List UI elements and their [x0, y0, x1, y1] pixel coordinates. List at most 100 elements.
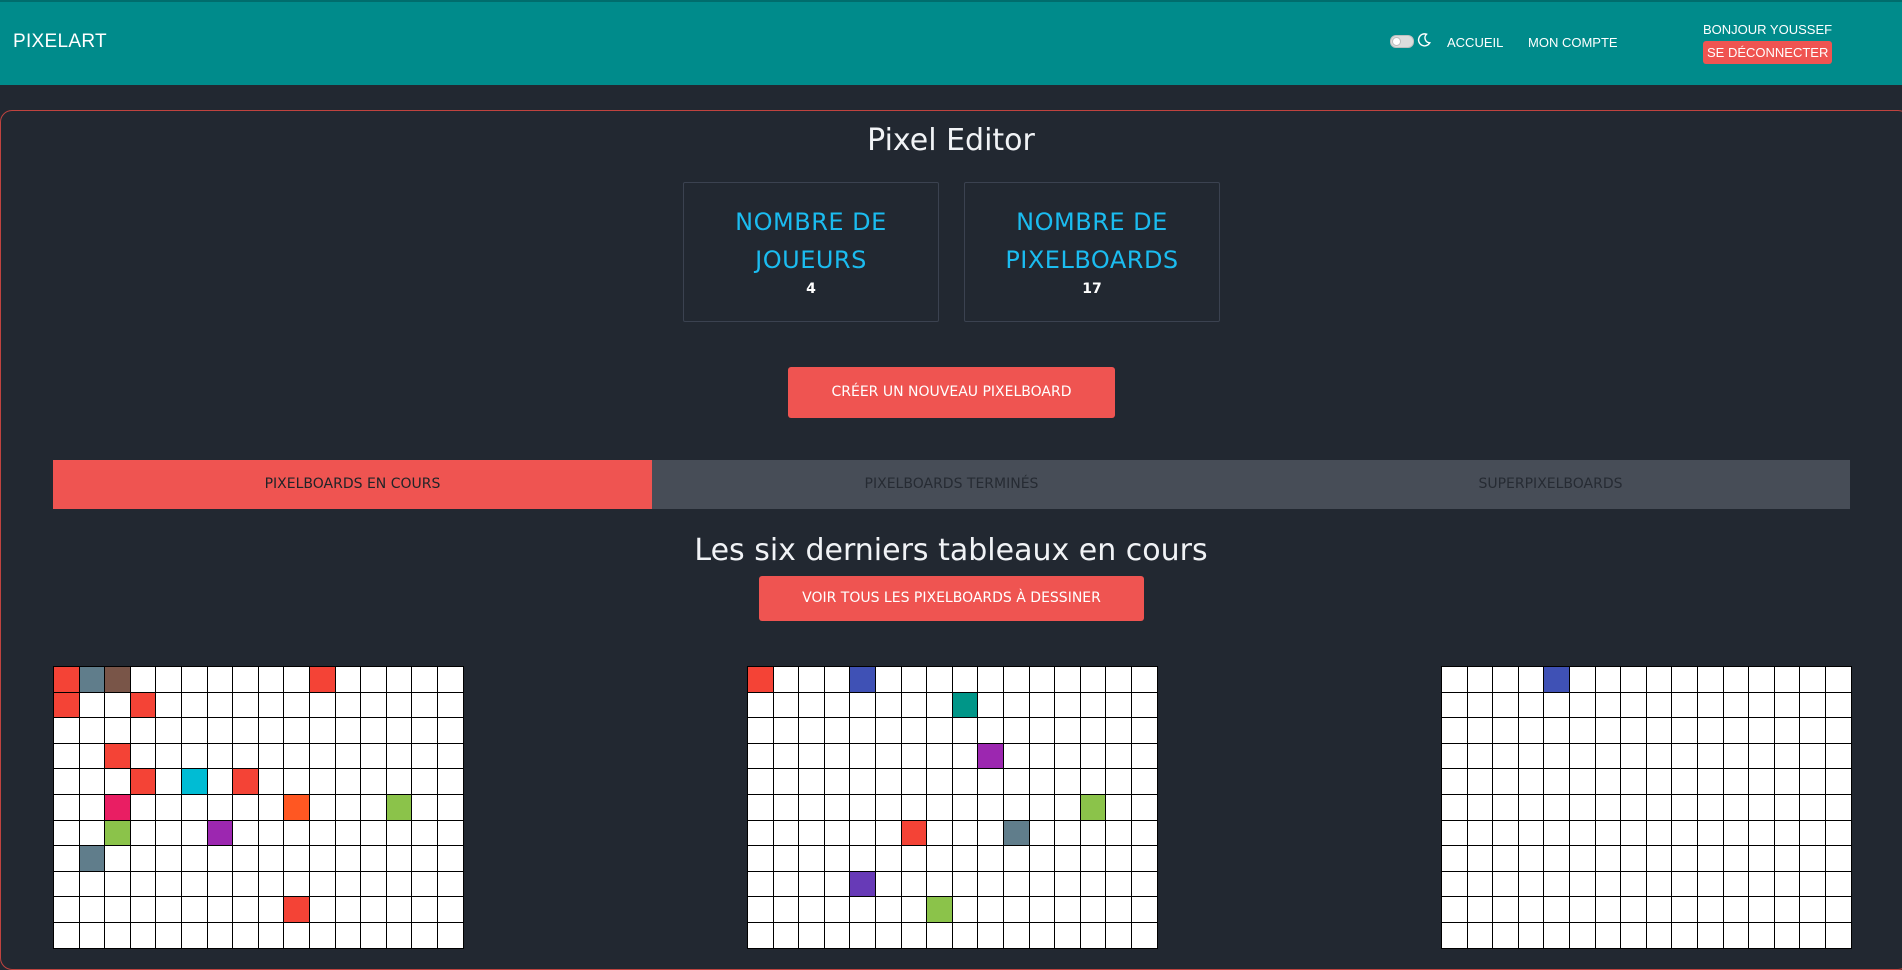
pixel-cell	[978, 820, 1004, 847]
pixel-cell	[1442, 820, 1468, 847]
pixel-cell	[1493, 718, 1519, 744]
pixel-cell	[233, 718, 259, 744]
pixel-cell	[1569, 846, 1596, 872]
pixel-cell	[1774, 692, 1801, 719]
pixel-cell	[233, 794, 259, 821]
pixel-cell	[1106, 667, 1132, 693]
pixel-cell	[1621, 743, 1647, 770]
pixel-cell	[1467, 846, 1494, 872]
pixel-cell	[1800, 794, 1826, 821]
pixel-cell	[181, 718, 208, 744]
pixel-cell	[799, 846, 825, 872]
pixel-cell	[1518, 667, 1545, 693]
pixel-cell	[850, 743, 876, 770]
pixel-cell	[1697, 718, 1724, 744]
pixel-cell	[54, 820, 80, 847]
pixel-cell	[1029, 922, 1056, 949]
pixel-cell	[156, 846, 182, 872]
toggle-switch-icon[interactable]	[1390, 35, 1414, 48]
pixel-cell	[1774, 769, 1801, 795]
view-all-pixelboards-button[interactable]: VOIR TOUS LES PIXELBOARDS À DESSINER	[759, 576, 1144, 621]
tab-pixelboards-termines[interactable]: PIXELBOARDS TERMINÉS	[652, 460, 1251, 509]
pixel-cell	[1055, 794, 1081, 821]
page-title: Pixel Editor	[867, 123, 1035, 158]
pixel-cell	[978, 897, 1004, 923]
pixel-cell	[850, 871, 876, 898]
pixel-cell	[1493, 769, 1519, 795]
pixel-cell	[1131, 922, 1158, 949]
pixel-cell	[1621, 871, 1647, 898]
pixel-cell	[309, 743, 336, 770]
pixelboard-preview[interactable]	[1441, 666, 1852, 949]
pixel-cell	[901, 820, 928, 847]
pixel-cell	[850, 794, 876, 821]
pixel-cell	[335, 743, 362, 770]
pixel-cell	[1749, 846, 1775, 872]
pixel-cell	[1055, 897, 1081, 923]
pixel-cell	[361, 846, 387, 872]
pixelboard-preview[interactable]	[747, 666, 1158, 949]
pixel-cell	[1800, 922, 1826, 949]
pixel-cell	[54, 718, 80, 744]
pixel-cell	[1029, 820, 1056, 847]
tab-pixelboards-en-cours[interactable]: PIXELBOARDS EN COURS	[53, 460, 652, 509]
toggle-knob	[1392, 37, 1401, 46]
pixel-cell	[952, 743, 979, 770]
pixel-cell	[233, 743, 259, 770]
pixel-cell	[105, 922, 131, 949]
pixel-cell	[875, 692, 902, 719]
pixel-cell	[335, 667, 362, 693]
pixel-cell	[1003, 718, 1030, 744]
pixel-cell	[799, 718, 825, 744]
nav-link-mon-compte[interactable]: MON COMPTE	[1528, 35, 1618, 50]
pixel-cell	[1697, 667, 1724, 693]
pixel-cell	[1544, 794, 1570, 821]
pixel-cell	[1825, 718, 1852, 744]
pixel-cell	[1493, 846, 1519, 872]
pixel-cell	[1029, 769, 1056, 795]
tab-superpixelboards[interactable]: SUPERPIXELBOARDS	[1251, 460, 1850, 509]
nav-link-accueil[interactable]: ACCUEIL	[1447, 35, 1503, 50]
pixel-cell	[1467, 897, 1494, 923]
pixel-cell	[1800, 692, 1826, 719]
pixel-cell	[824, 769, 851, 795]
create-pixelboard-button[interactable]: CRÉER UN NOUVEAU PIXELBOARD	[788, 367, 1115, 418]
pixel-cell	[927, 846, 953, 872]
pixel-cell	[773, 820, 800, 847]
pixel-cell	[386, 871, 413, 898]
pixel-cell	[1621, 820, 1647, 847]
pixel-cell	[748, 897, 774, 923]
pixel-cell	[309, 692, 336, 719]
pixel-cell	[1697, 743, 1724, 770]
pixel-cell	[1595, 897, 1622, 923]
pixel-cell	[952, 769, 979, 795]
pixel-cell	[748, 820, 774, 847]
moon-icon[interactable]	[1416, 32, 1432, 48]
pixel-cell	[361, 897, 387, 923]
pixel-cell	[773, 743, 800, 770]
pixel-cell	[386, 897, 413, 923]
pixel-cell	[258, 922, 285, 949]
pixel-cell	[361, 743, 387, 770]
pixel-cell	[207, 897, 234, 923]
pixel-cell	[927, 667, 953, 693]
pixel-cell	[156, 667, 182, 693]
pixel-cell	[901, 846, 928, 872]
pixel-cell	[1595, 743, 1622, 770]
pixel-cell	[105, 794, 131, 821]
pixel-cell	[437, 820, 464, 847]
pixel-cell	[1672, 667, 1698, 693]
pixel-cell	[824, 846, 851, 872]
pixelboard-preview[interactable]	[53, 666, 464, 949]
pixel-cell	[1544, 897, 1570, 923]
pixel-cell	[79, 922, 106, 949]
brand-logo[interactable]: PIXELART	[13, 31, 107, 53]
pixel-cell	[309, 794, 336, 821]
pixel-cell	[1080, 922, 1107, 949]
pixel-cell	[1825, 692, 1852, 719]
pixel-cell	[927, 922, 953, 949]
pixel-cell	[978, 794, 1004, 821]
pixel-cell	[1697, 769, 1724, 795]
pixel-cell	[181, 820, 208, 847]
logout-button[interactable]: SE DÉCONNECTER	[1703, 41, 1833, 64]
